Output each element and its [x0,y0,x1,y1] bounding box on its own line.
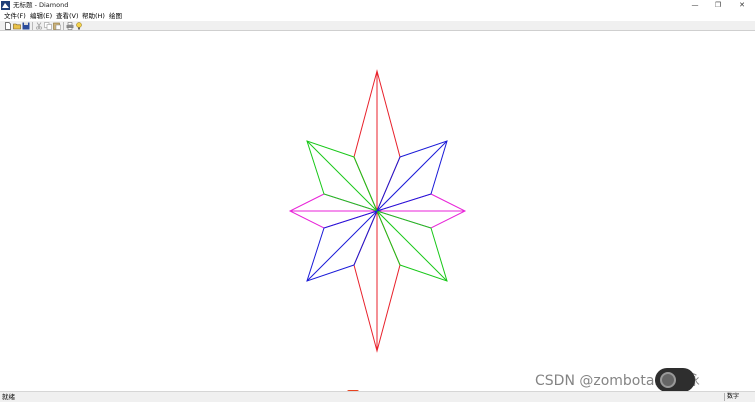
status-text: 就绪 [2,393,15,401]
drawing-canvas[interactable] [0,31,755,391]
print-icon[interactable] [66,22,74,30]
star-arm-right [375,193,467,229]
toolbar [0,21,755,31]
paste-icon[interactable] [53,22,61,30]
avatar [655,368,695,392]
menu-file[interactable]: 文件(F) [4,11,26,21]
star-arm-upper-right [376,140,448,212]
close-button[interactable]: ✕ [731,0,753,11]
about-icon[interactable] [75,22,83,30]
maximize-button[interactable]: ❐ [707,0,729,11]
menu-draw[interactable]: 绘图 [109,11,122,21]
toolbar-separator [32,22,33,30]
menu-edit[interactable]: 编辑(E) [30,11,52,21]
status-bar: 就绪 数字 [0,391,755,402]
menu-bar: 文件(F) 编辑(E) 查看(V) 帮助(H) 绘图 [0,11,755,21]
menu-view[interactable]: 查看(V) [56,11,79,21]
open-file-icon[interactable] [13,22,21,30]
cut-icon[interactable] [35,22,43,30]
star-arm-left [288,193,379,229]
star-arm-up [353,69,401,213]
new-file-icon[interactable] [4,22,12,30]
star-arm-upper-left-spine [306,140,378,212]
star-arm-lower-left [306,210,378,282]
minimize-button[interactable]: — [684,0,706,11]
status-num-pane: 数字 [724,393,752,401]
toolbar-separator [63,22,64,30]
star-arm-down [353,209,401,353]
title-bar: 无标题 - Diamond — ❐ ✕ [0,0,755,11]
app-icon [1,1,10,10]
star-arm-upper-left [306,140,378,212]
star-arm-lower-right [376,210,448,282]
window-title: 无标题 - Diamond [13,1,69,9]
star-arm-lower-left-spine [306,210,378,282]
copy-icon[interactable] [44,22,52,30]
menu-help[interactable]: 帮助(H) [82,11,105,21]
save-icon[interactable] [22,22,30,30]
diamond-star-drawing [288,69,467,353]
